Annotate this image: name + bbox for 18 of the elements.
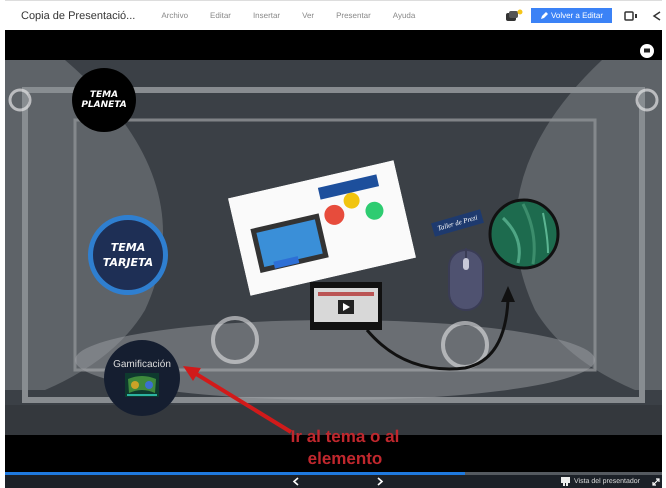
annotation-text: Ir al tema o al elemento <box>290 426 400 470</box>
fullscreen-icon[interactable] <box>652 478 660 486</box>
edit-button[interactable]: Volver a Editar <box>530 8 612 23</box>
comment-icon[interactable] <box>640 44 654 58</box>
previous-icon[interactable] <box>292 477 300 486</box>
menu-item[interactable]: Ver <box>302 11 314 20</box>
presentation-title: Copia de Presentació... <box>21 10 136 22</box>
next-icon[interactable] <box>376 477 384 486</box>
video-camera-icon[interactable] <box>624 10 638 20</box>
menu-item[interactable]: Presentar <box>336 11 371 20</box>
menu-item[interactable]: Editar <box>210 11 231 20</box>
presenter-icon <box>560 477 570 486</box>
pencil-icon <box>540 12 548 20</box>
menu-item[interactable]: Insertar <box>252 11 280 20</box>
menu-item[interactable]: Ayuda <box>392 11 416 20</box>
share-icon[interactable] <box>652 10 662 20</box>
menu-item[interactable]: Archivo <box>161 11 188 20</box>
chat-icon[interactable] <box>504 8 523 22</box>
